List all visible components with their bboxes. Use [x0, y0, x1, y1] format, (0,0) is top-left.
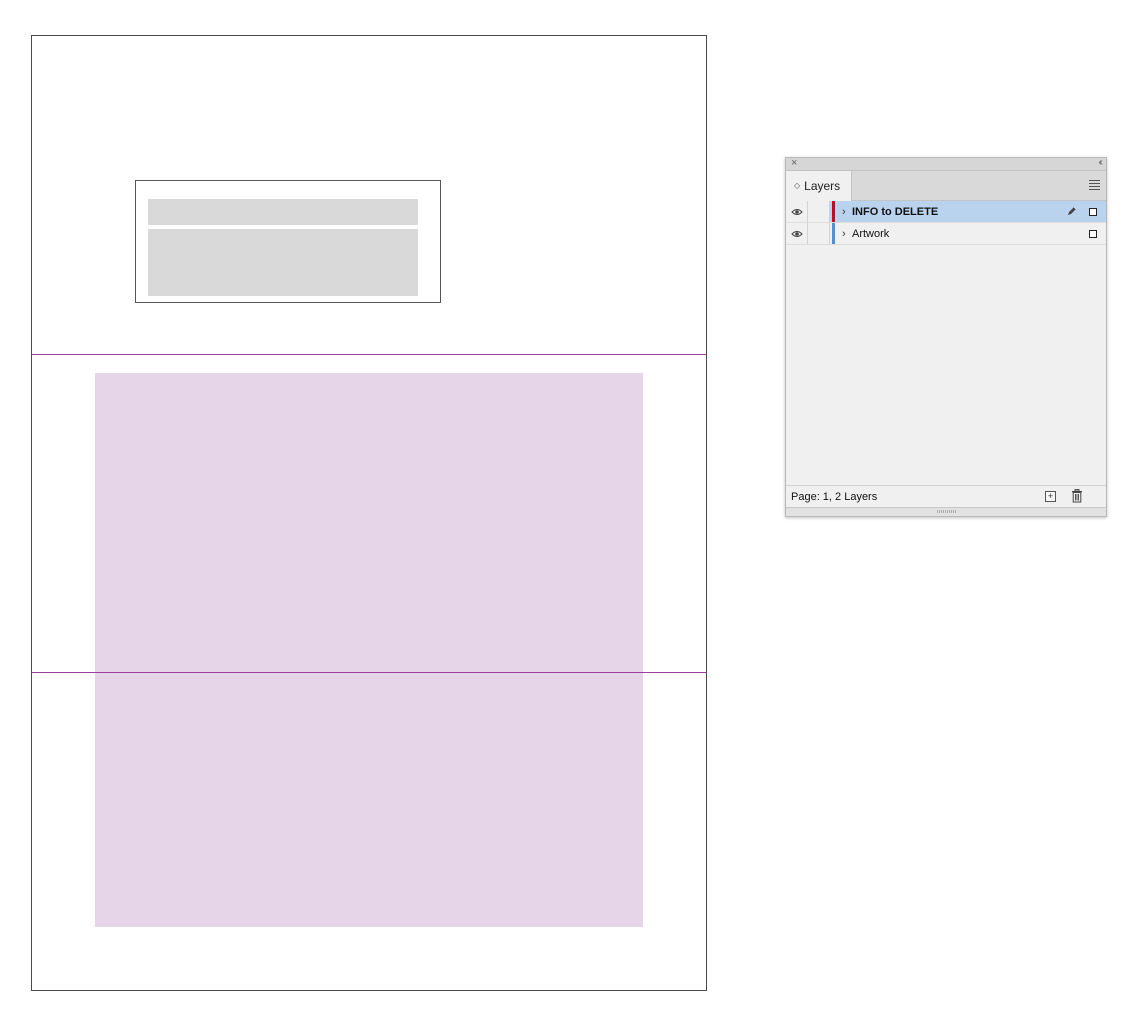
document-page[interactable]	[31, 35, 707, 991]
artwork-fill-rectangle[interactable]	[95, 373, 643, 927]
horizontal-guide[interactable]	[32, 354, 706, 355]
tab-layers[interactable]: ◇ Layers	[786, 171, 852, 201]
layer-color-swatch	[832, 223, 835, 244]
chevron-right-icon[interactable]: ›	[842, 206, 850, 218]
layer-color-swatch	[832, 201, 835, 222]
placeholder-body-block	[148, 229, 418, 296]
placeholder-title-bar	[148, 199, 418, 225]
new-layer-button[interactable]: +	[1045, 491, 1056, 502]
layer-row-artwork[interactable]: › Artwork	[786, 223, 1106, 245]
eye-icon	[790, 208, 803, 215]
panel-tab-bar: ◇ Layers	[786, 171, 1106, 201]
selection-target-square[interactable]	[1089, 208, 1097, 216]
layers-panel: × ‹‹ ◇ Layers › INFO to DELETE › Artwork…	[785, 157, 1107, 517]
pen-icon	[1068, 206, 1077, 215]
panel-status-bar: Page: 1, 2 Layers +	[786, 485, 1106, 508]
chevron-right-icon[interactable]: ›	[842, 228, 850, 240]
collapse-icon[interactable]: ‹‹	[1098, 156, 1102, 170]
layer-name: INFO to DELETE	[852, 205, 939, 218]
selection-target-square[interactable]	[1089, 230, 1097, 238]
visibility-toggle[interactable]	[786, 223, 808, 244]
lock-toggle[interactable]	[808, 201, 830, 222]
panel-title-bar[interactable]: × ‹‹	[786, 156, 1106, 171]
trash-icon[interactable]	[1071, 489, 1083, 503]
horizontal-guide[interactable]	[32, 672, 706, 673]
layer-row-info-to-delete[interactable]: › INFO to DELETE	[786, 201, 1106, 223]
panel-resize-grip[interactable]	[786, 507, 1106, 516]
eye-icon	[790, 230, 803, 237]
visibility-toggle[interactable]	[786, 201, 808, 222]
tab-layers-label: Layers	[804, 179, 841, 193]
layer-name: Artwork	[852, 227, 890, 240]
lock-toggle[interactable]	[808, 223, 830, 244]
info-text-frame[interactable]	[135, 180, 441, 303]
close-icon[interactable]: ×	[791, 156, 797, 170]
status-text: Page: 1, 2 Layers	[791, 491, 878, 503]
panel-menu-icon[interactable]	[1089, 180, 1100, 190]
layer-list: › INFO to DELETE › Artwork	[786, 201, 1106, 485]
sort-arrows-icon: ◇	[794, 181, 801, 190]
